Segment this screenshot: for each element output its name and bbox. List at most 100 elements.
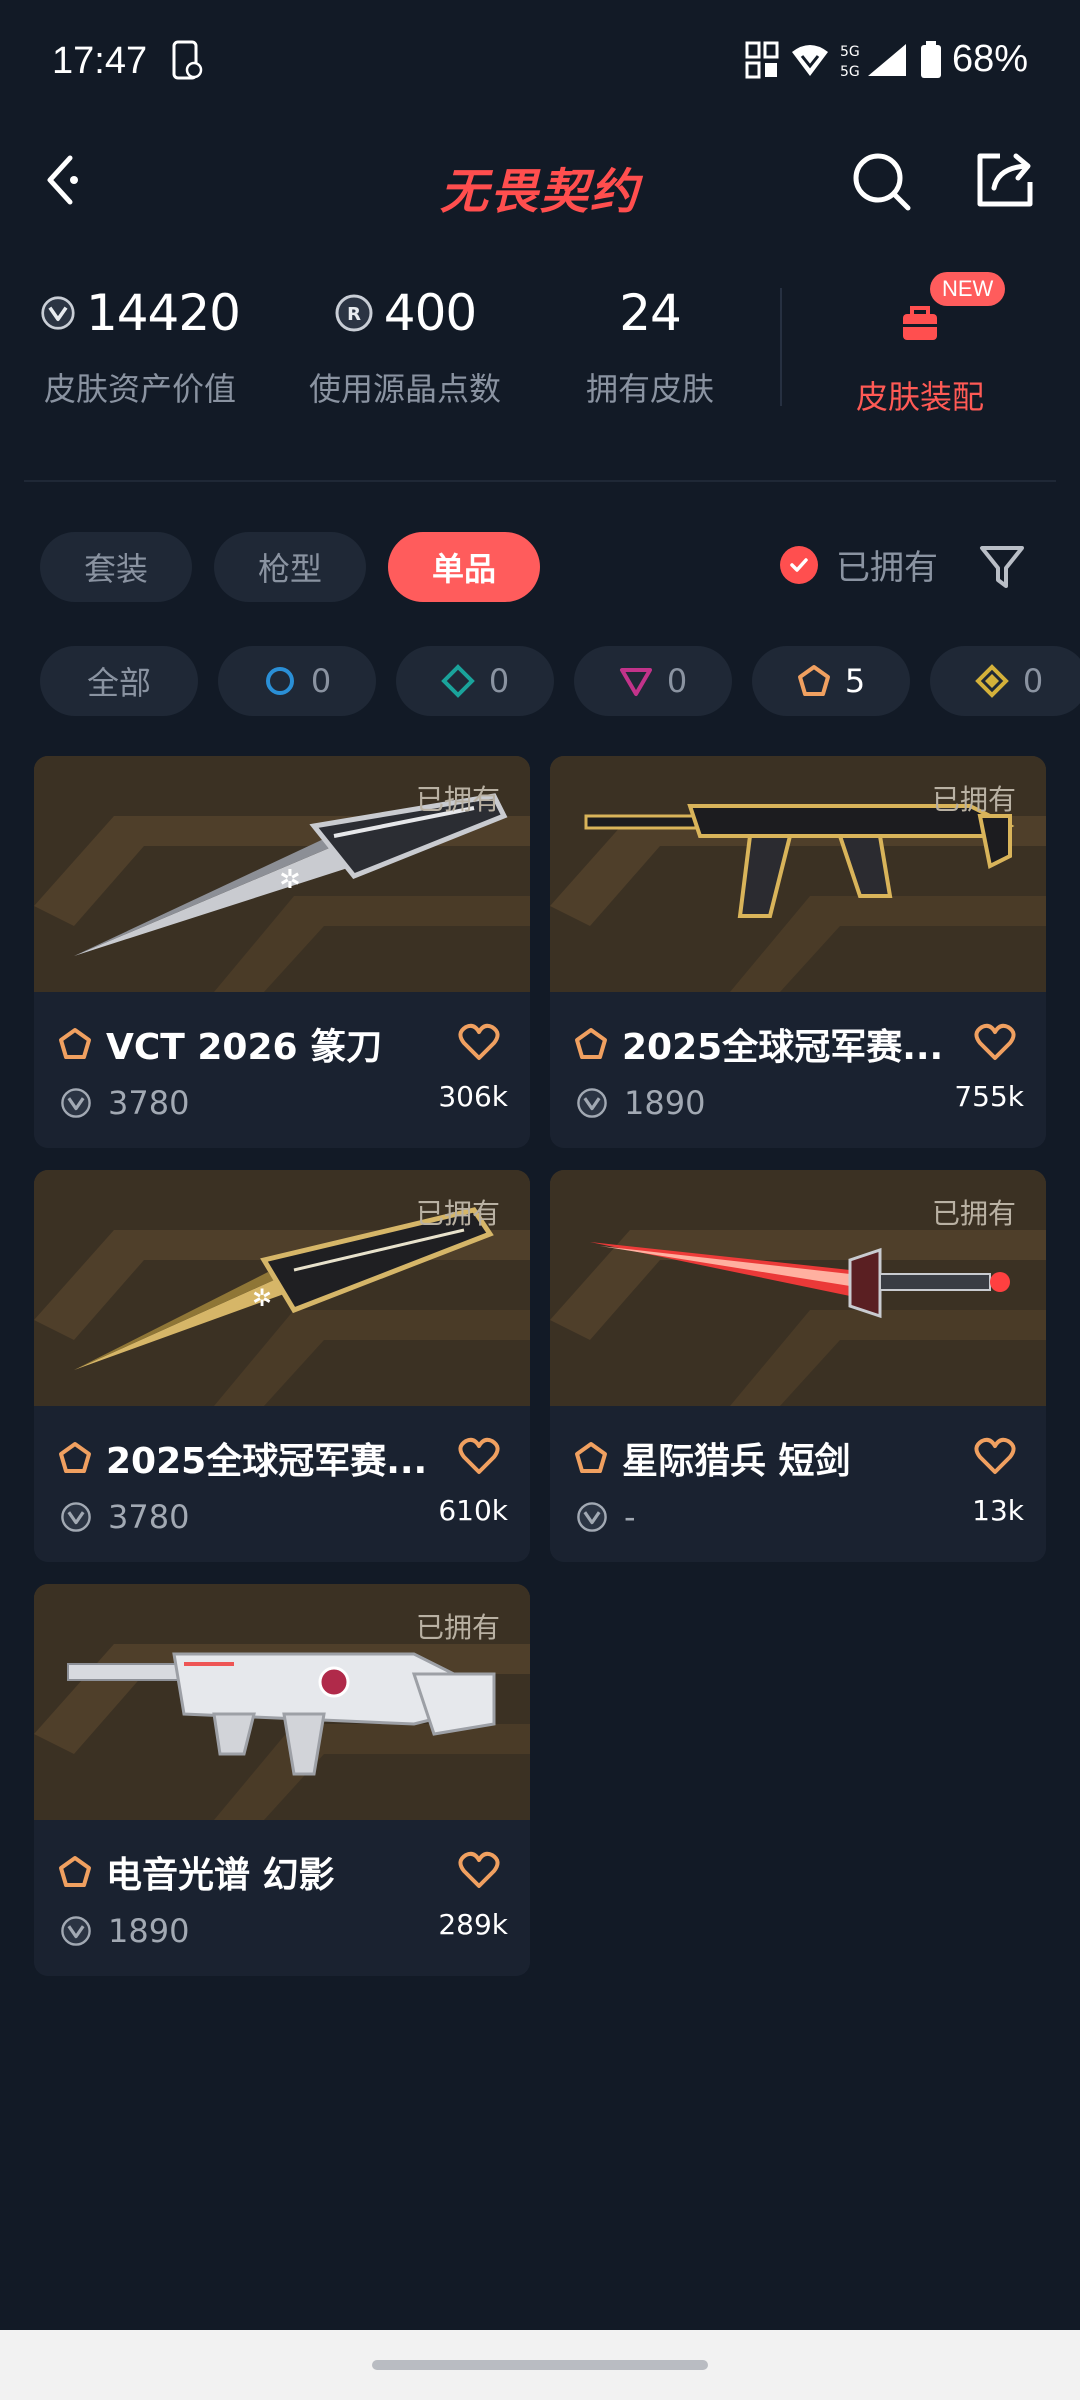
- section-divider: [24, 480, 1056, 482]
- skin-image: 已拥有: [550, 1170, 1046, 1406]
- skin-price: 1890: [624, 1084, 706, 1122]
- stat-label: 拥有皮肤: [585, 370, 714, 408]
- asset-stats: 14420 皮肤资产价值 R 400 使用源晶点数 24 拥有皮肤 NEW 皮肤…: [0, 272, 1080, 438]
- battery-icon: [920, 40, 941, 78]
- nfc-icon: [745, 41, 779, 78]
- owned-filter-toggle[interactable]: 已拥有: [780, 540, 938, 589]
- rarity-chip-ultra[interactable]: 0: [930, 646, 1080, 716]
- skin-price: 3780: [108, 1084, 190, 1122]
- rarity-exclusive-icon: [575, 1442, 607, 1473]
- svg-text:5G: 5G: [840, 64, 860, 80]
- like-count: 13k: [972, 1494, 1024, 1527]
- top-app-bar: 无畏契约: [0, 130, 1080, 230]
- skin-card[interactable]: 已拥有 星际猎兵 短剑 - 13k: [550, 1170, 1046, 1562]
- stat-label: 皮肤资产价值: [43, 370, 236, 408]
- skin-card[interactable]: 已拥有 2025全球冠军赛... 1890 755k: [550, 756, 1046, 1148]
- skin-price: 1890: [108, 1912, 190, 1950]
- wifi-icon: [791, 44, 828, 76]
- vp-coin-icon: [61, 1502, 91, 1532]
- stat-value: 400: [383, 284, 477, 342]
- owned-filter-label: 已拥有: [836, 548, 938, 588]
- skin-price: -: [624, 1498, 636, 1536]
- skin-image: 已拥有: [34, 1584, 530, 1820]
- vp-coin-icon: [41, 296, 75, 330]
- favorite-heart-icon[interactable]: [974, 1436, 1016, 1476]
- skin-image: ✲ 已拥有: [34, 756, 530, 992]
- status-icons: 5G 5G 68%: [744, 38, 1028, 81]
- check-icon: [780, 545, 818, 584]
- skin-loadout-button[interactable]: NEW 皮肤装配: [830, 272, 1010, 418]
- skin-image: ✲ 已拥有: [34, 1170, 530, 1406]
- home-gesture-handle[interactable]: [372, 2360, 708, 2370]
- loadout-label: 皮肤装配: [855, 378, 984, 416]
- rarity-filter-row: 全部 0 0 0 5 0: [40, 646, 1080, 716]
- owned-tag: 已拥有: [415, 1197, 500, 1230]
- stat-owned-skins: 24 拥有皮肤: [560, 278, 740, 410]
- new-badge: NEW: [930, 272, 1006, 306]
- app-title-logo: 无畏契约: [439, 164, 640, 220]
- rarity-chip-exclusive[interactable]: 5: [752, 646, 910, 716]
- favorite-heart-icon[interactable]: [458, 1022, 500, 1062]
- rarity-exclusive-icon: [59, 1442, 91, 1473]
- category-tabs: 套装 枪型 单品: [40, 532, 541, 602]
- favorite-heart-icon[interactable]: [458, 1436, 500, 1476]
- skin-info: 星际猎兵 短剑 - 13k: [550, 1406, 1046, 1562]
- favorite-heart-icon[interactable]: [458, 1850, 500, 1890]
- rarity-chip-all[interactable]: 全部: [40, 646, 198, 716]
- owned-tag: 已拥有: [415, 783, 500, 816]
- battery-percent: 68%: [951, 38, 1028, 80]
- like-count: 755k: [954, 1080, 1024, 1113]
- rarity-deluxe-icon: [440, 664, 475, 698]
- svg-text:R: R: [347, 304, 361, 325]
- rarity-count: 0: [488, 662, 510, 700]
- loadout-bag-icon: [903, 306, 937, 340]
- status-bar: 17:47 5G 5G 68%: [0, 0, 1080, 120]
- skin-card[interactable]: 已拥有 电音光谱 幻影 1890 289k: [34, 1584, 530, 1976]
- skin-info: 2025全球冠军赛... 1890 755k: [550, 992, 1046, 1148]
- radianite-icon: R: [335, 294, 373, 332]
- rarity-chip-label: 全部: [86, 664, 151, 702]
- filter-icon[interactable]: [978, 542, 1026, 592]
- rarity-count: 0: [666, 662, 688, 700]
- rarity-chip-deluxe[interactable]: 0: [396, 646, 554, 716]
- signal-5g-icon: 5G 5G: [840, 43, 906, 80]
- rarity-exclusive-icon: [575, 1028, 607, 1059]
- tab-single-items[interactable]: 单品: [388, 532, 541, 602]
- stat-value: 14420: [85, 284, 241, 342]
- rarity-count: 0: [1022, 662, 1044, 700]
- stat-radianite: R 400 使用源晶点数: [300, 278, 510, 410]
- stat-asset-value: 14420 皮肤资产价值: [40, 278, 241, 410]
- tab-weapon-type[interactable]: 枪型: [214, 532, 367, 602]
- status-time: 17:47: [52, 40, 148, 82]
- favorite-heart-icon[interactable]: [974, 1022, 1016, 1062]
- skin-card[interactable]: ✲ 已拥有 2025全球冠军赛... 3780 610k: [34, 1170, 530, 1562]
- rarity-chip-premium[interactable]: 0: [574, 646, 732, 716]
- stat-value: 24: [619, 284, 682, 342]
- like-count: 306k: [438, 1080, 508, 1113]
- rarity-premium-icon: [619, 668, 652, 696]
- svg-text:✲: ✲: [252, 1284, 272, 1312]
- owned-tag: 已拥有: [931, 1197, 1016, 1230]
- search-icon[interactable]: [850, 150, 912, 212]
- divider: [780, 288, 782, 406]
- rarity-count: 0: [310, 662, 332, 700]
- vp-coin-icon: [61, 1916, 91, 1946]
- like-count: 289k: [438, 1908, 508, 1941]
- vp-coin-icon: [61, 1088, 91, 1118]
- skin-name: VCT 2026 篆刀: [106, 1027, 383, 1068]
- skin-name: 星际猎兵 短剑: [622, 1441, 851, 1482]
- vp-coin-icon: [577, 1502, 607, 1532]
- skin-card[interactable]: ✲ 已拥有 VCT 2026 篆刀 3780 306k: [34, 756, 530, 1148]
- like-count: 610k: [438, 1494, 508, 1527]
- stat-label: 使用源晶点数: [308, 370, 501, 408]
- vp-coin-icon: [577, 1088, 607, 1118]
- rarity-exclusive-icon: [797, 665, 830, 696]
- tab-bundles[interactable]: 套装: [40, 532, 193, 602]
- owned-tag: 已拥有: [415, 1611, 500, 1644]
- rarity-chip-select[interactable]: 0: [218, 646, 376, 716]
- svg-text:✲: ✲: [279, 865, 301, 895]
- skin-price: 3780: [108, 1498, 190, 1536]
- rarity-ultra-icon: [974, 664, 1009, 698]
- skin-info: 电音光谱 幻影 1890 289k: [34, 1820, 530, 1976]
- share-icon[interactable]: [974, 148, 1036, 210]
